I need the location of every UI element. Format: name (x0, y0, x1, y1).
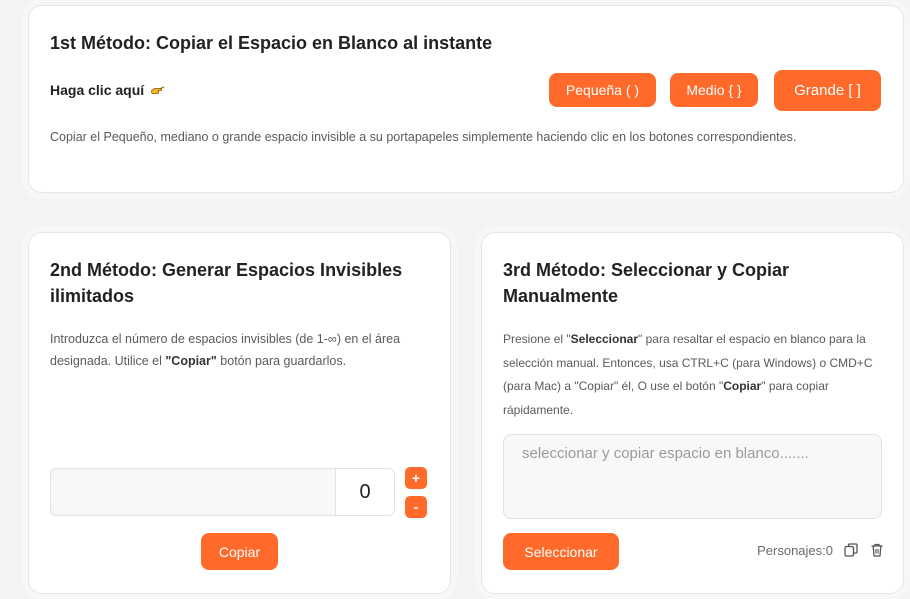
copy-medium-space-button[interactable]: Medio { } (670, 73, 758, 107)
method3-desc-a: Presione el " (503, 332, 571, 346)
select-button[interactable]: Seleccionar (503, 533, 619, 570)
click-here-label: Haga clic aquí (50, 82, 166, 98)
increment-button[interactable]: + (405, 467, 427, 489)
copy-small-space-button[interactable]: Pequeña ( ) (549, 73, 656, 107)
method3-desc-bold-select: Seleccionar (570, 332, 639, 346)
method2-desc-end: botón para guardarlos. (216, 354, 347, 368)
textarea-placeholder: seleccionar y copiar espacio en blanco..… (522, 445, 809, 462)
method2-title: 2nd Método: Generar Espacios Invisibles … (50, 260, 403, 306)
pointing-hand-icon (150, 82, 166, 98)
method3-desc-bold-copy: Copiar (723, 379, 762, 393)
copy-generated-button[interactable]: Copiar (201, 533, 278, 570)
textarea-tools: Personajes:0 (757, 542, 885, 558)
method2-description: Introduzca el número de espacios invisib… (50, 328, 435, 372)
method1-description: Copiar el Pequeño, mediano o grande espa… (50, 130, 797, 144)
method1-card: 1st Método: Copiar el Espacio en Blanco … (28, 5, 904, 193)
decrement-button[interactable]: - (405, 496, 427, 518)
copy-icon[interactable] (843, 542, 859, 558)
character-count: Personajes:0 (757, 542, 833, 558)
method2-desc-bold: "Copiar" (165, 354, 217, 368)
trash-icon[interactable] (869, 542, 885, 558)
method3-title: 3rd Método: Seleccionar y Copiar Manualm… (503, 260, 790, 306)
copy-large-space-button[interactable]: Grande [ ] (774, 70, 881, 111)
method2-card: 2nd Método: Generar Espacios Invisibles … (28, 232, 451, 594)
space-count-input[interactable]: 0 (335, 468, 395, 516)
whitespace-textarea[interactable]: seleccionar y copiar espacio en blanco..… (503, 434, 882, 519)
method3-description: Presione el "Seleccionar" para resaltar … (503, 328, 893, 422)
click-here-text: Haga clic aquí (50, 82, 145, 98)
invisible-space-output-field[interactable] (50, 468, 336, 516)
method3-card: 3rd Método: Seleccionar y Copiar Manualm… (481, 232, 904, 594)
method1-title: 1st Método: Copiar el Espacio en Blanco … (50, 33, 493, 53)
